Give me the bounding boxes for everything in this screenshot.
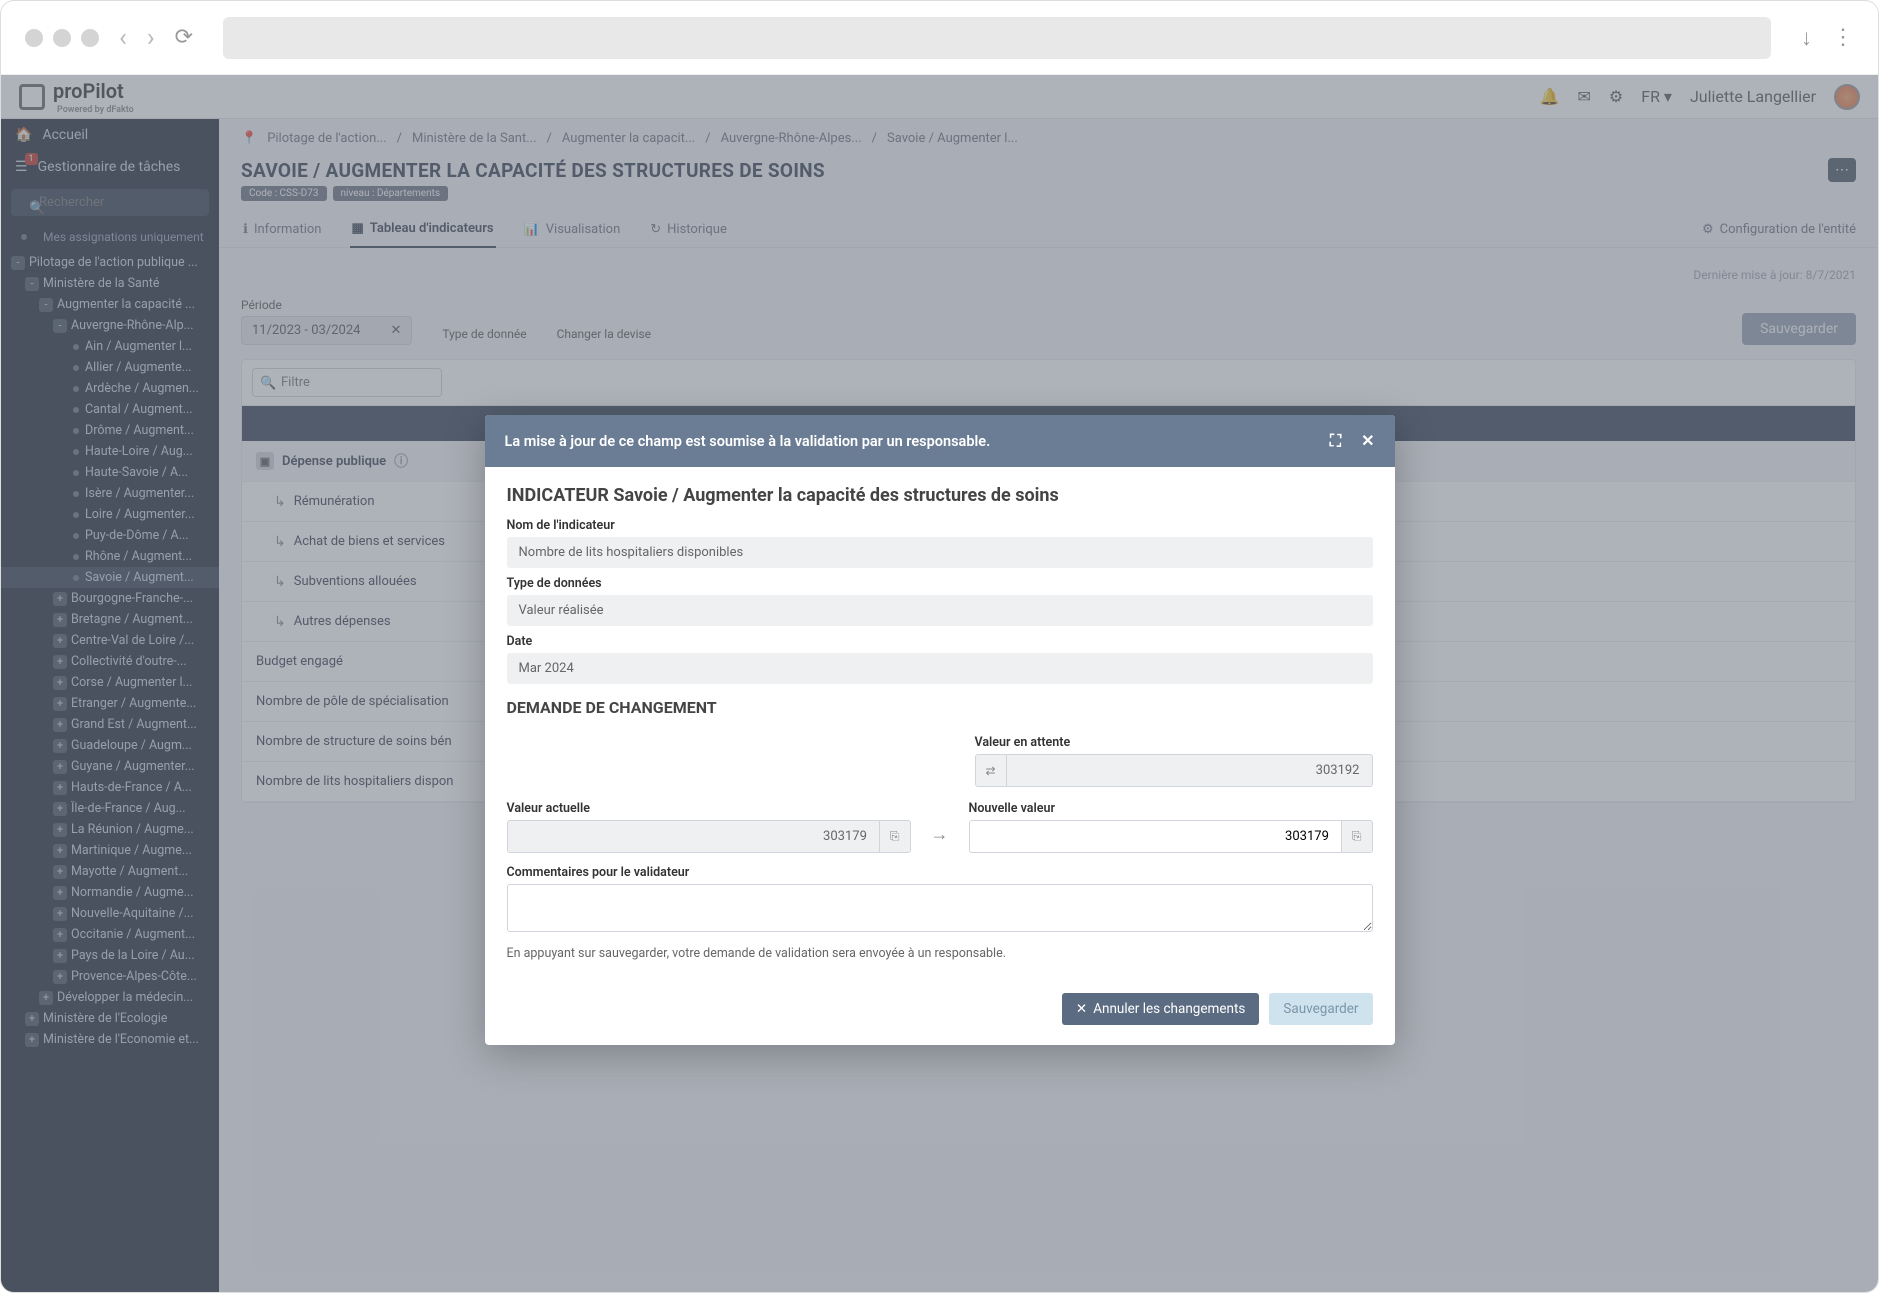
close-icon: ✕ bbox=[1076, 1001, 1087, 1017]
pending-icon: ⇄ bbox=[975, 754, 1006, 787]
edit-icon: ⎘ bbox=[1342, 820, 1373, 853]
cancel-button[interactable]: ✕Annuler les changements bbox=[1062, 993, 1259, 1025]
forward-icon[interactable]: › bbox=[147, 23, 155, 53]
arrow-icon: → bbox=[925, 824, 955, 853]
modal-overlay: La mise à jour de ce champ est soumise à… bbox=[1, 75, 1878, 1292]
expand-icon[interactable]: ⛶ bbox=[1330, 431, 1341, 451]
back-icon[interactable]: ‹ bbox=[119, 23, 127, 53]
new-value-input[interactable] bbox=[969, 820, 1342, 853]
change-request-title: DEMANDE DE CHANGEMENT bbox=[507, 698, 1373, 717]
indicator-name-value: Nombre de lits hospitaliers disponibles bbox=[507, 537, 1373, 568]
date-value: Mar 2024 bbox=[507, 653, 1373, 684]
modal-banner-text: La mise à jour de ce champ est soumise à… bbox=[505, 433, 991, 450]
dot bbox=[81, 29, 99, 47]
date-label: Date bbox=[507, 634, 1373, 649]
browser-chrome: ‹ › ⟳ ↓ ⋮ bbox=[1, 1, 1878, 75]
pending-value bbox=[1006, 754, 1373, 787]
download-icon[interactable]: ↓ bbox=[1801, 25, 1812, 51]
modal-hint: En appuyant sur sauvegarder, votre deman… bbox=[507, 946, 1373, 961]
modal-save-button[interactable]: Sauvegarder bbox=[1269, 993, 1372, 1025]
new-value-label: Nouvelle valeur bbox=[969, 801, 1373, 816]
dot bbox=[25, 29, 43, 47]
lock-icon: ⎘ bbox=[880, 820, 911, 853]
url-bar[interactable] bbox=[223, 17, 1771, 59]
modal-header: La mise à jour de ce champ est soumise à… bbox=[485, 415, 1395, 467]
comment-label: Commentaires pour le validateur bbox=[507, 865, 1373, 880]
menu-icon[interactable]: ⋮ bbox=[1832, 25, 1854, 50]
dot bbox=[53, 29, 71, 47]
close-icon[interactable]: ✕ bbox=[1361, 431, 1374, 451]
current-value bbox=[507, 820, 880, 853]
data-type-label: Type de données bbox=[507, 576, 1373, 591]
change-request-modal: La mise à jour de ce champ est soumise à… bbox=[485, 415, 1395, 1045]
pending-value-box: ⇄ bbox=[975, 754, 1373, 787]
reload-icon[interactable]: ⟳ bbox=[175, 25, 193, 50]
pending-label: Valeur en attente bbox=[975, 735, 1373, 750]
window-controls bbox=[25, 29, 99, 47]
current-value-label: Valeur actuelle bbox=[507, 801, 911, 816]
comment-input[interactable] bbox=[507, 884, 1373, 932]
data-type-value: Valeur réalisée bbox=[507, 595, 1373, 626]
modal-title: INDICATEUR Savoie / Augmenter la capacit… bbox=[507, 485, 1373, 506]
indicator-name-label: Nom de l'indicateur bbox=[507, 518, 1373, 533]
